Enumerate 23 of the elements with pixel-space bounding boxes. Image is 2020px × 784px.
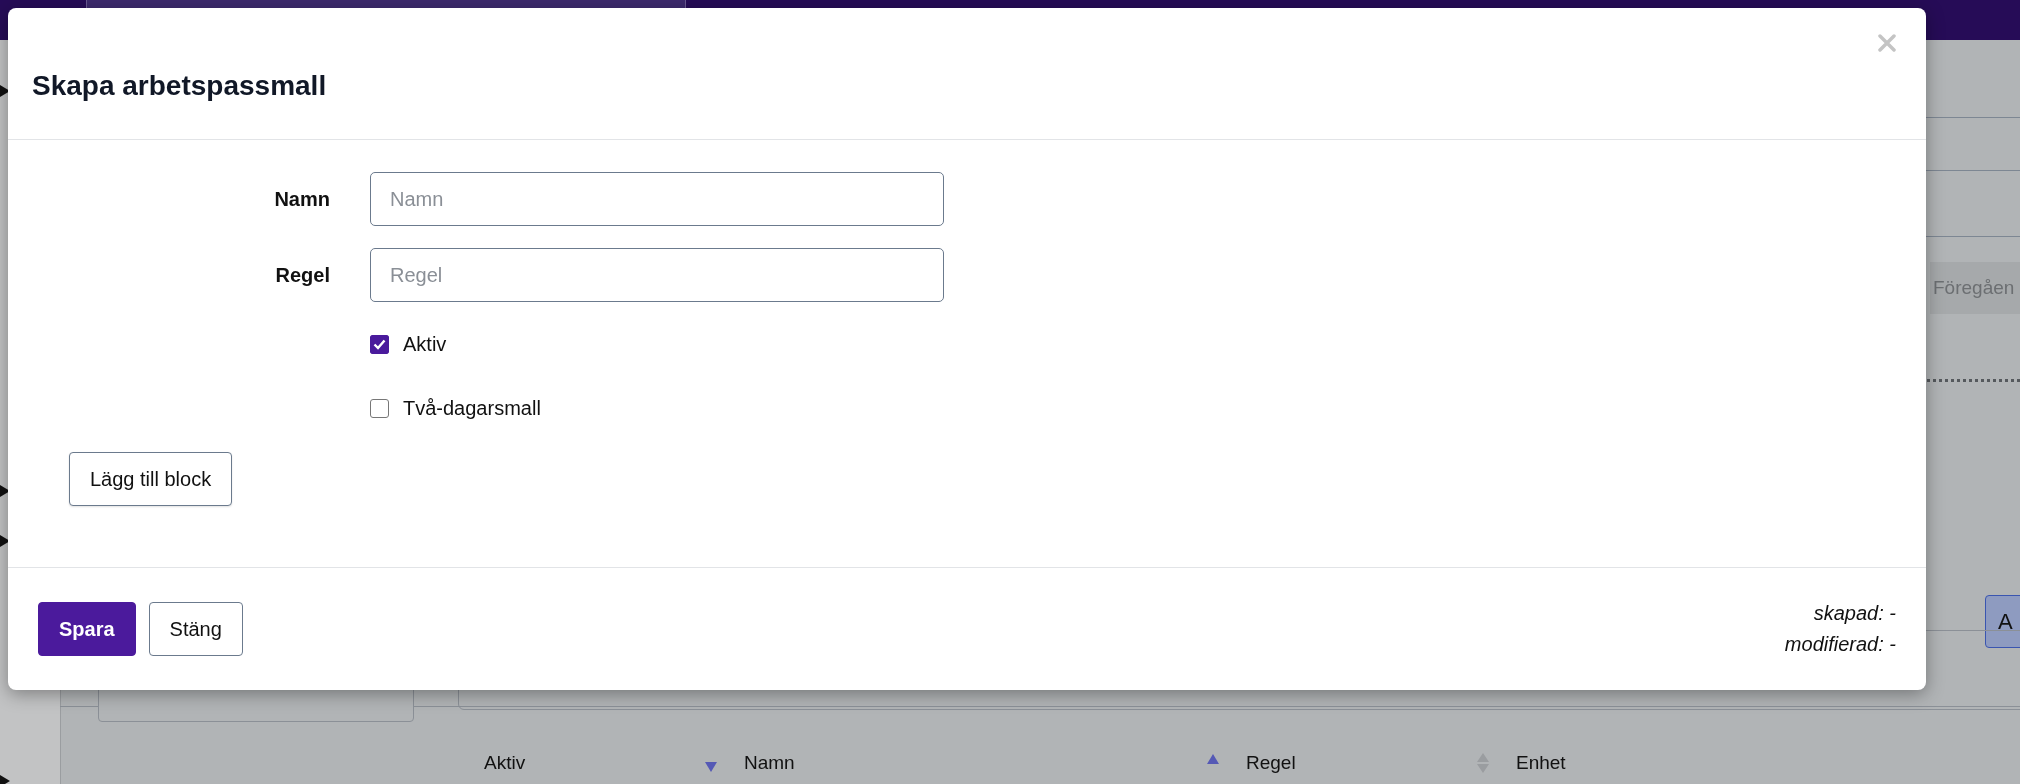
column-header[interactable]: Regel	[1246, 752, 1296, 774]
input-field[interactable]: Namn	[370, 172, 944, 226]
timestamp-text: modifierad: -	[1784, 633, 1896, 656]
caret-icon[interactable]	[0, 775, 10, 784]
field-label: Namn	[273, 187, 330, 211]
checkbox-label: Aktiv	[403, 332, 447, 356]
caret-icon[interactable]	[0, 535, 10, 547]
caret-icon[interactable]	[0, 85, 10, 97]
save-button[interactable]: Spara	[38, 602, 136, 656]
add-block-button[interactable]: Lägg till block	[69, 452, 233, 506]
close-button[interactable]: Stäng	[148, 602, 243, 656]
checkbox[interactable]	[370, 398, 389, 418]
action-button[interactable]: A	[1985, 595, 2020, 648]
input-field[interactable]: Regel	[370, 248, 944, 302]
column-header[interactable]: Enhet	[1516, 752, 1566, 774]
column-header[interactable]: Aktiv	[484, 752, 526, 774]
field-label: Regel	[274, 263, 330, 287]
checkbox-label: Två-dagarsmall	[403, 396, 541, 420]
dialog-title: Skapa arbetspassmall	[32, 69, 327, 102]
column-header[interactable]: Namn	[744, 752, 795, 774]
timestamp-text: skapad: -	[1813, 602, 1896, 625]
checkbox[interactable]	[370, 334, 389, 354]
caret-icon[interactable]	[0, 485, 10, 497]
